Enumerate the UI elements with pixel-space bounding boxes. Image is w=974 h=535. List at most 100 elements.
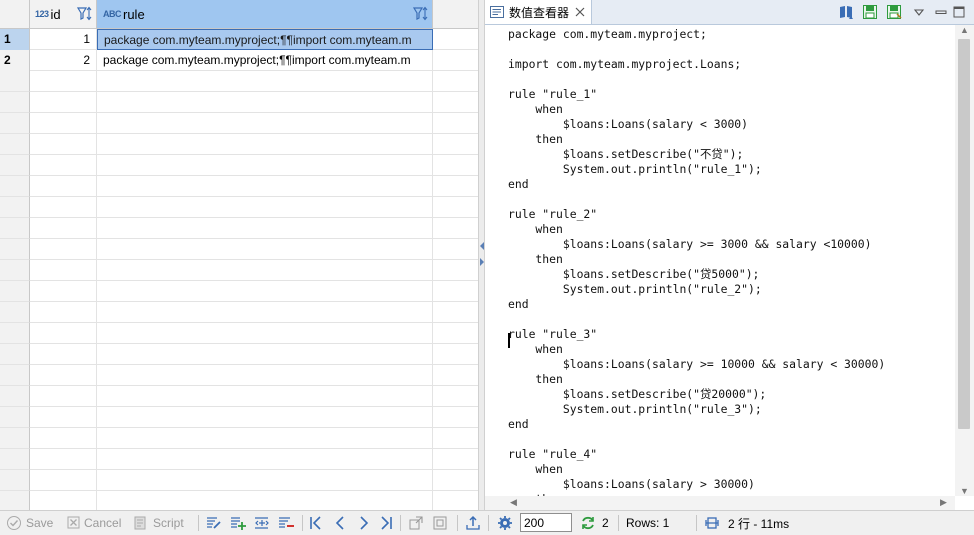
row-number-cell: [0, 302, 30, 323]
scroll-down-icon[interactable]: ▼: [960, 486, 969, 496]
row-number-cell: [0, 386, 30, 407]
empty-cell: [30, 176, 97, 197]
row-number-header[interactable]: [0, 0, 30, 28]
empty-cell: [97, 407, 433, 428]
maximize-icon[interactable]: [951, 4, 967, 20]
first-page-icon[interactable]: [308, 515, 324, 531]
empty-cell: [97, 428, 433, 449]
empty-cell: [97, 323, 433, 344]
view-menu-icon[interactable]: [911, 4, 927, 20]
table-row[interactable]: 1 1 package com.myteam.myproject;¶¶impor…: [0, 29, 478, 50]
vertical-scrollbar[interactable]: ▲ ▼: [955, 25, 974, 496]
execution-stats: 2 行 - 11ms: [704, 511, 789, 535]
cell-rule[interactable]: package com.myteam.myproject;¶¶import co…: [97, 29, 433, 50]
empty-cell: [97, 113, 433, 134]
code-editor[interactable]: package com.myteam.myproject; import com…: [485, 25, 955, 496]
previous-page-icon[interactable]: [332, 515, 348, 531]
scroll-left-icon[interactable]: ◀: [510, 497, 517, 508]
last-page-icon[interactable]: [378, 515, 394, 531]
empty-cell: [97, 281, 433, 302]
add-row-icon[interactable]: [230, 515, 246, 531]
timing-label: 2 行 - 11ms: [728, 516, 790, 531]
save-button[interactable]: Save: [6, 511, 53, 535]
vertical-scroll-thumb[interactable]: [958, 39, 970, 429]
separator: [198, 515, 199, 531]
row-number[interactable]: 1: [0, 29, 30, 50]
cancel-label: Cancel: [84, 516, 122, 530]
separator: [302, 515, 303, 531]
value-viewer-icon: [490, 6, 504, 18]
cell-id[interactable]: 1: [30, 29, 97, 50]
delete-row-icon[interactable]: [278, 515, 294, 531]
code-text[interactable]: package com.myteam.myproject; import com…: [485, 25, 955, 496]
empty-cell: [97, 344, 433, 365]
empty-cell: [30, 491, 97, 510]
empty-cell: [30, 428, 97, 449]
empty-cell: [30, 344, 97, 365]
text-caret: [508, 333, 510, 348]
table-row[interactable]: 2 2 package com.myteam.myproject;¶¶impor…: [0, 50, 478, 71]
script-button[interactable]: Script: [133, 511, 184, 535]
cancel-button[interactable]: Cancel: [66, 511, 121, 535]
results-grid: 123 id ABC rule 1 1 package com.myteam.m…: [0, 0, 478, 510]
next-page-icon[interactable]: [356, 515, 372, 531]
row-number-cell: [0, 407, 30, 428]
cell-rule[interactable]: package com.myteam.myproject;¶¶import co…: [97, 50, 433, 71]
horizontal-scrollbar[interactable]: ◀ ▶: [485, 496, 955, 510]
export-icon[interactable]: [465, 515, 481, 531]
empty-table-row: [0, 176, 478, 197]
empty-cell: [30, 155, 97, 176]
scroll-up-icon[interactable]: ▲: [960, 25, 969, 35]
separator: [618, 515, 619, 531]
filter-sort-icon[interactable]: [77, 6, 93, 22]
duplicate-row-icon[interactable]: [254, 515, 270, 531]
gear-icon[interactable]: [497, 515, 513, 531]
row-number[interactable]: 2: [0, 50, 30, 71]
row-number-cell: [0, 155, 30, 176]
edit-cell-icon[interactable]: [206, 515, 222, 531]
empty-cell: [30, 239, 97, 260]
empty-cell: [30, 197, 97, 218]
close-icon[interactable]: [575, 7, 585, 17]
column-header-id[interactable]: 123 id: [30, 0, 97, 28]
empty-cell: [97, 71, 433, 92]
save-icon[interactable]: [862, 4, 878, 20]
empty-table-row: [0, 344, 478, 365]
empty-cell: [30, 470, 97, 491]
grid-header: 123 id ABC rule: [0, 0, 478, 29]
row-number-cell: [0, 365, 30, 386]
separator: [696, 515, 697, 531]
empty-table-row: [0, 323, 478, 344]
filter-sort-icon[interactable]: [413, 6, 429, 22]
column-header-rule[interactable]: ABC rule: [97, 0, 433, 28]
save-label: Save: [26, 516, 54, 530]
detach-results-icon[interactable]: [408, 515, 424, 531]
panel-splitter[interactable]: [478, 0, 485, 510]
tab-value-viewer[interactable]: 数值查看器: [485, 0, 593, 24]
empty-table-row: [0, 386, 478, 407]
empty-table-row: [0, 407, 478, 428]
empty-table-row: [0, 302, 478, 323]
empty-cell: [97, 92, 433, 113]
separator: [488, 515, 489, 531]
scroll-right-icon[interactable]: ▶: [940, 497, 947, 508]
empty-cell: [30, 449, 97, 470]
refresh-button[interactable]: 2: [580, 511, 609, 535]
panels-toggle-icon[interactable]: [432, 515, 448, 531]
minimize-icon[interactable]: [933, 4, 949, 20]
panels-icon[interactable]: [838, 4, 854, 20]
save-as-icon[interactable]: [886, 4, 902, 20]
empty-table-row: [0, 449, 478, 470]
empty-cell: [30, 113, 97, 134]
empty-table-row: [0, 239, 478, 260]
row-number-cell: [0, 260, 30, 281]
fetch-size-input[interactable]: [520, 513, 572, 532]
cell-id[interactable]: 2: [30, 50, 97, 71]
empty-cell: [30, 71, 97, 92]
header-filler: [433, 0, 478, 28]
column-label-id: id: [50, 6, 61, 22]
empty-cell: [30, 134, 97, 155]
script-label: Script: [153, 516, 184, 530]
row-number-cell: [0, 470, 30, 491]
empty-table-row: [0, 197, 478, 218]
